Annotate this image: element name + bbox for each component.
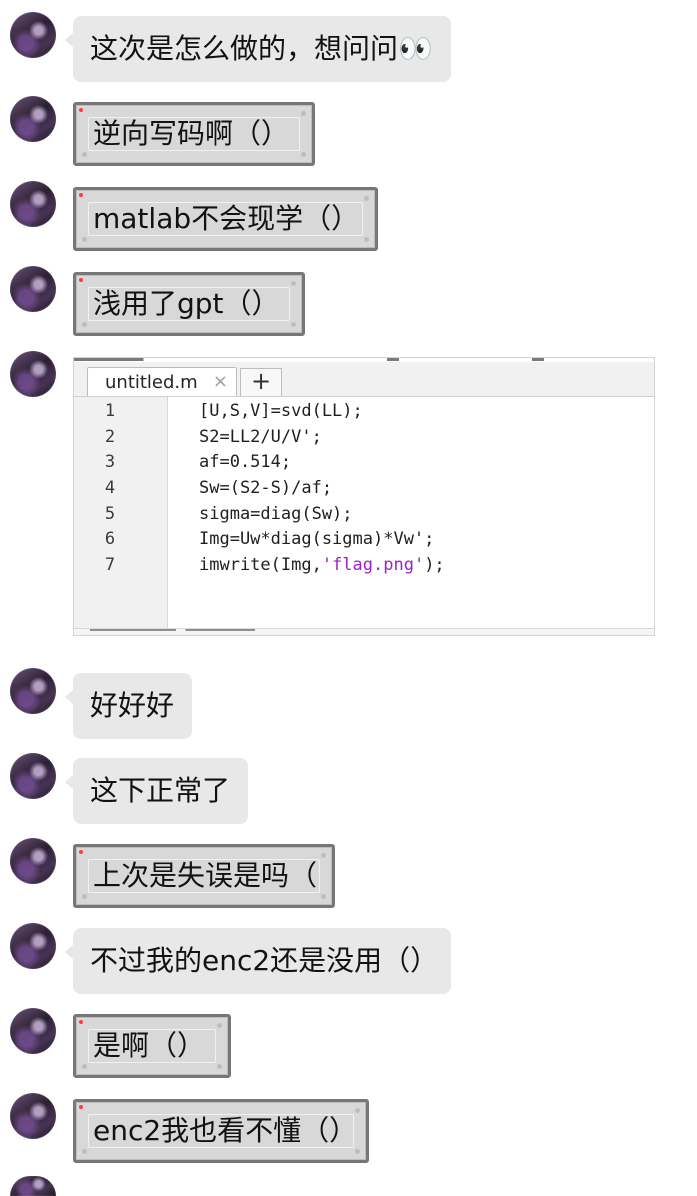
editor-tab-bar: untitled.m × + [74,362,654,397]
frame-corner-dot [321,894,326,899]
message-text: matlab不会现学（） [93,202,360,235]
frame-corner-dot [82,894,87,899]
frame-corner-dot [291,322,296,327]
frame-corner-dot [82,1064,87,1069]
code-text: sigma=diag(Sw); [199,504,353,524]
frame-corner-dot [217,1064,222,1069]
avatar[interactable] [10,1176,56,1196]
code-text: S2=LL2/U/V'; [199,427,322,447]
code-line: imwrite(Img,'flag.png'); [199,555,445,575]
code-text: Img=Uw*diag(sigma)*Vw'; [199,529,435,549]
message-bubble[interactable]: 逆向写码啊（） [73,102,315,166]
message-bubble[interactable]: 不过我的enc2还是没用（） [65,928,451,994]
message-text: 上次是失误是吗（ [93,859,318,892]
avatar[interactable] [10,12,56,58]
code-line: Img=Uw*diag(sigma)*Vw'; [199,529,434,549]
avatar[interactable] [10,1008,56,1054]
avatar[interactable] [10,181,56,227]
line-number: 2 [104,427,116,447]
avatar[interactable] [10,838,56,884]
message-text: 是啊（） [93,1029,206,1062]
message-text: 这次是怎么做的，想问问👀 [90,32,433,65]
code-text: imwrite(Img, [199,555,322,575]
frame-corner-dot [82,152,87,157]
code-text: ); [424,555,445,575]
line-number: 3 [104,452,116,472]
frame-corner-dot [355,1108,360,1113]
code-screenshot-message[interactable]: untitled.m × + 1 2 3 4 5 6 7 [U,S,V]=svd… [73,357,655,636]
line-number: 1 [104,401,116,421]
frame-corner-dot [82,322,87,327]
line-number: 4 [104,478,116,498]
message-text: 逆向写码啊（） [93,117,290,150]
code-line: Sw=(S2-S)/af; [199,478,332,498]
message-bubble[interactable]: 这下正常了 [65,758,248,824]
code-text: [U,S,V]=svd(LL); [199,401,363,421]
close-icon[interactable]: × [213,371,228,392]
message-text: 这下正常了 [90,774,231,807]
avatar[interactable] [10,266,56,312]
cropped-top-border [74,358,654,361]
frame-corner-dot [291,281,296,286]
new-tab-button[interactable]: + [240,368,282,396]
message-bubble[interactable]: 是啊（） [73,1014,231,1078]
line-number: 7 [104,555,116,575]
code-line: [U,S,V]=svd(LL); [199,401,363,421]
message-bubble[interactable]: 这次是怎么做的，想问问👀 [65,16,451,82]
frame-corner-dot [82,237,87,242]
code-line: sigma=diag(Sw); [199,504,353,524]
message-bubble[interactable]: 上次是失误是吗（ [73,844,335,908]
code-text: Sw=(S2-S)/af; [199,478,333,498]
code-text: af=0.514; [199,452,292,472]
code-string-literal: 'flag.png' [321,555,425,575]
frame-corner-dot [301,111,306,116]
message-text: 好好好 [90,689,175,722]
message-text: 浅用了gpt（） [93,287,280,320]
frame-corner-dot [301,152,306,157]
avatar[interactable] [10,923,56,969]
line-number: 6 [104,529,116,549]
code-line: af=0.514; [199,452,291,472]
message-text: enc2我也看不懂（） [93,1114,358,1147]
avatar[interactable] [10,1093,56,1139]
frame-corner-dot [355,1149,360,1154]
code-line: S2=LL2/U/V'; [199,427,322,447]
avatar[interactable] [10,753,56,799]
editor-bottom-edge [74,628,654,635]
frame-corner-dot [364,237,369,242]
avatar[interactable] [10,96,56,142]
line-number: 5 [104,504,116,524]
editor-tab-label: untitled.m [105,372,198,393]
message-bubble[interactable]: 好好好 [65,673,192,739]
message-bubble[interactable]: 浅用了gpt（） [73,272,305,336]
message-bubble[interactable]: matlab不会现学（） [73,187,378,251]
line-number-gutter: 1 2 3 4 5 6 7 [74,397,168,629]
avatar[interactable] [10,351,56,397]
frame-corner-dot [364,196,369,201]
message-bubble[interactable]: enc2我也看不懂（） [73,1099,369,1163]
frame-corner-dot [82,1149,87,1154]
frame-corner-dot [217,1023,222,1028]
message-text: 不过我的enc2还是没用（） [90,944,439,977]
avatar[interactable] [10,668,56,714]
frame-corner-dot [321,853,326,858]
editor-tab-untitled[interactable]: untitled.m × [87,367,237,396]
